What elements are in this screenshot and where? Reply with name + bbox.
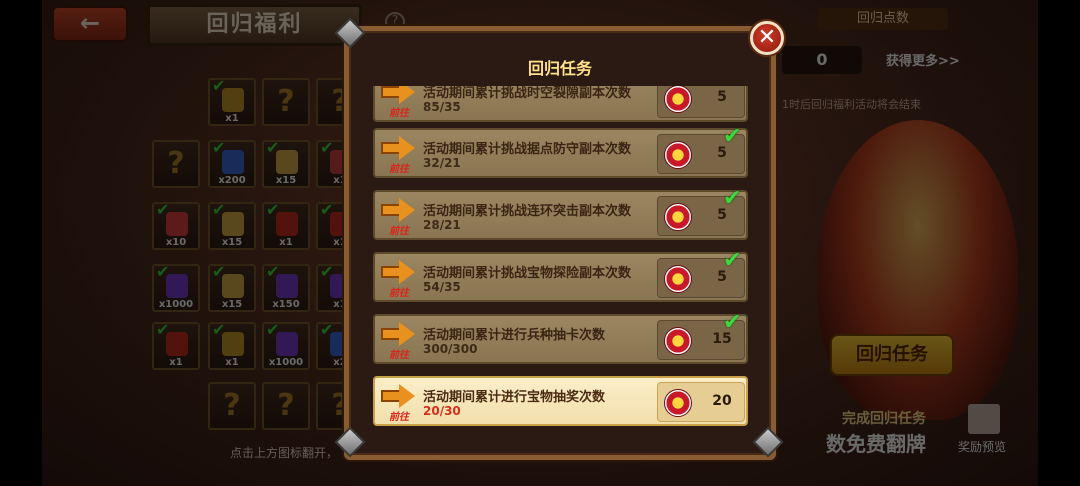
task-row[interactable]: 前往 活动期间累计挑战连环突击副本次数 28/21 5 ✔ bbox=[373, 186, 748, 240]
close-button[interactable]: ✕ bbox=[750, 21, 784, 55]
go-arrow-icon[interactable] bbox=[381, 86, 417, 104]
completed-check-icon: ✔ bbox=[723, 310, 742, 335]
go-arrow-icon[interactable] bbox=[381, 322, 417, 346]
goto-label[interactable]: 前往 bbox=[389, 104, 409, 119]
task-description: 活动期间累计进行兵种抽卡次数 bbox=[423, 328, 606, 343]
go-arrow-icon[interactable] bbox=[381, 260, 417, 284]
goto-label[interactable]: 前往 bbox=[389, 160, 409, 175]
task-progress: 300/300 bbox=[423, 342, 478, 356]
goto-label[interactable]: 前往 bbox=[389, 284, 409, 299]
completed-check-icon: ✔ bbox=[723, 186, 742, 211]
task-progress: 28/21 bbox=[423, 218, 461, 232]
medal-icon bbox=[664, 265, 692, 293]
task-progress: 32/21 bbox=[423, 156, 461, 170]
go-arrow-icon[interactable] bbox=[381, 136, 417, 160]
go-arrow-icon[interactable] bbox=[381, 198, 417, 222]
task-description: 活动期间累计进行宝物抽奖次数 bbox=[423, 390, 606, 405]
reward-box: 20 bbox=[657, 382, 745, 422]
task-row[interactable]: 前往 活动期间累计挑战宝物探险副本次数 54/35 5 ✔ bbox=[373, 248, 748, 302]
right-letterbox bbox=[1038, 0, 1080, 486]
task-description: 活动期间累计挑战连环突击副本次数 bbox=[423, 204, 632, 219]
task-row[interactable]: 前往 活动期间累计挑战时空裂隙副本次数 85/35 5 bbox=[373, 86, 748, 122]
completed-check-icon: ✔ bbox=[723, 248, 742, 273]
reward-box: 5 bbox=[657, 86, 745, 118]
task-row[interactable]: 前往 活动期间累计挑战据点防守副本次数 32/21 5 ✔ bbox=[373, 124, 748, 178]
go-arrow-icon[interactable] bbox=[381, 384, 417, 408]
left-letterbox bbox=[0, 0, 42, 486]
task-description: 活动期间累计挑战宝物探险副本次数 bbox=[423, 266, 632, 281]
medal-icon bbox=[664, 389, 692, 417]
task-description: 活动期间累计挑战时空裂隙副本次数 bbox=[423, 86, 632, 101]
goto-label[interactable]: 前往 bbox=[389, 408, 409, 423]
task-progress: 54/35 bbox=[423, 280, 461, 294]
goto-label[interactable]: 前往 bbox=[389, 222, 409, 237]
task-progress: 85/35 bbox=[423, 100, 461, 114]
medal-icon bbox=[664, 203, 692, 231]
task-list[interactable]: 前往 活动期间累计挑战时空裂隙副本次数 85/35 5 前往 活动期间累计挑战据点防守副本… bbox=[373, 86, 749, 430]
medal-icon bbox=[664, 86, 692, 113]
task-description: 活动期间累计挑战据点防守副本次数 bbox=[423, 142, 632, 157]
dialog-title: 回归任务 bbox=[527, 59, 592, 78]
task-row[interactable]: 前往 活动期间累计进行宝物抽奖次数 20/30 20 bbox=[373, 376, 748, 426]
reward-quantity: 20 bbox=[712, 393, 732, 409]
medal-icon bbox=[664, 327, 692, 355]
task-progress: 20/30 bbox=[423, 404, 461, 418]
medal-icon bbox=[664, 141, 692, 169]
completed-check-icon: ✔ bbox=[723, 124, 742, 149]
task-row[interactable]: 前往 活动期间累计进行兵种抽卡次数 300/300 15 ✔ bbox=[373, 310, 748, 364]
reward-quantity: 5 bbox=[717, 89, 727, 105]
goto-label[interactable]: 前往 bbox=[389, 346, 409, 361]
